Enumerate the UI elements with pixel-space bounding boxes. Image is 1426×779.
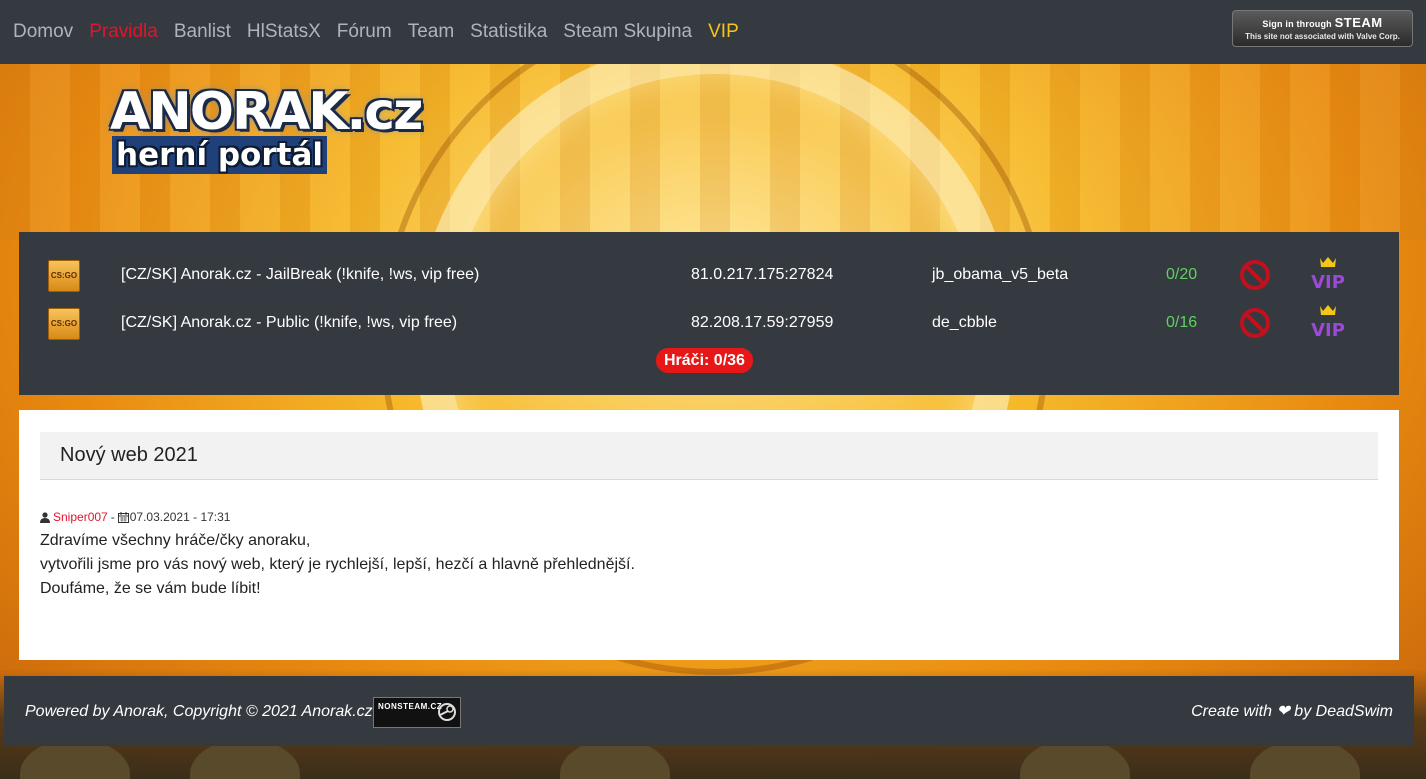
server-ip[interactable]: 82.208.17.59:27959 xyxy=(691,314,833,332)
server-row[interactable]: CS:GO [CZ/SK] Anorak.cz - Public (!knife… xyxy=(19,305,1399,342)
news-paragraph: Doufáme, že se vám bude líbit! xyxy=(40,580,261,597)
steam-logo-text: STEAM xyxy=(1334,15,1383,30)
news-author-link[interactable]: Sniper007 xyxy=(53,510,108,524)
logo-subtitle: herní portál xyxy=(112,136,328,174)
footer-copyright: Powered by Anorak, Copyright © 2021 Anor… xyxy=(25,703,378,720)
server-ip[interactable]: 81.0.217.175:27824 xyxy=(691,266,833,284)
news-header: Nový web 2021 xyxy=(40,432,1378,480)
nav-team[interactable]: Team xyxy=(408,21,454,43)
server-map: de_cbble xyxy=(932,314,997,331)
csgo-icon: CS:GO xyxy=(48,308,80,340)
vip-icon[interactable]: VIP xyxy=(1308,254,1348,294)
steam-logo-icon xyxy=(438,703,456,721)
steam-login-title: Sign in through STEAM xyxy=(1262,15,1383,30)
news-body: Zdravíme všechny hráče/čky anoraku, vytv… xyxy=(40,529,635,601)
top-navbar: Domov Pravidla Banlist HlStatsX Fórum Te… xyxy=(0,0,1426,64)
server-name[interactable]: [CZ/SK] Anorak.cz - Public (!knife, !ws,… xyxy=(121,314,457,332)
nav-vip[interactable]: VIP xyxy=(708,21,739,43)
news-title: Nový web 2021 xyxy=(60,444,198,466)
server-map: jb_obama_v5_beta xyxy=(932,266,1069,283)
server-list: CS:GO [CZ/SK] Anorak.cz - JailBreak (!kn… xyxy=(19,232,1399,395)
server-players: 0/16 xyxy=(1166,314,1198,331)
nav-pravidla[interactable]: Pravidla xyxy=(89,21,158,43)
nav-steam-skupina[interactable]: Steam Skupina xyxy=(563,21,692,43)
news-meta: Sniper007 - 07.03.2021 - 17:31 xyxy=(40,510,230,524)
nonsteam-badge[interactable]: NONSTEAM.CZ xyxy=(373,697,461,728)
banlist-icon[interactable] xyxy=(1239,259,1271,291)
nav-statistika[interactable]: Statistika xyxy=(470,21,547,43)
news-paragraph: vytvořili jsme pro vás nový web, který j… xyxy=(40,556,635,573)
nav-forum[interactable]: Fórum xyxy=(337,21,392,43)
nonsteam-label: NONSTEAM.CZ xyxy=(378,702,443,711)
user-icon xyxy=(40,511,50,523)
total-players-badge: Hráči: 0/36 xyxy=(656,348,753,373)
server-players: 0/20 xyxy=(1166,266,1198,283)
nav-domov[interactable]: Domov xyxy=(13,21,73,43)
banlist-icon[interactable] xyxy=(1239,307,1271,339)
site-logo[interactable]: ANORAK.cz herní portál xyxy=(110,82,423,174)
steam-login-button[interactable]: Sign in through STEAM This site not asso… xyxy=(1232,10,1413,47)
page-footer: Powered by Anorak, Copyright © 2021 Anor… xyxy=(4,676,1414,746)
steam-disclaimer: This site not associated with Valve Corp… xyxy=(1245,32,1400,41)
footer-credits: Create with ❤ by DeadSwim xyxy=(1191,703,1393,720)
meta-separator: - xyxy=(110,510,115,524)
vip-icon[interactable]: VIP xyxy=(1308,302,1348,342)
logo-title: ANORAK.cz xyxy=(110,82,423,142)
nav-hlstatsx[interactable]: HlStatsX xyxy=(247,21,321,43)
svg-text:VIP: VIP xyxy=(1311,320,1345,341)
news-paragraph: Zdravíme všechny hráče/čky anoraku, xyxy=(40,532,311,549)
server-name[interactable]: [CZ/SK] Anorak.cz - JailBreak (!knife, !… xyxy=(121,266,479,284)
calendar-icon xyxy=(117,511,129,523)
news-date: 07.03.2021 - 17:31 xyxy=(129,510,231,524)
nav-banlist[interactable]: Banlist xyxy=(174,21,231,43)
news-post: Nový web 2021 Sniper007 - 07.03.2021 - 1… xyxy=(19,410,1399,660)
server-row[interactable]: CS:GO [CZ/SK] Anorak.cz - JailBreak (!kn… xyxy=(19,257,1399,294)
svg-text:VIP: VIP xyxy=(1311,272,1345,293)
csgo-icon: CS:GO xyxy=(48,260,80,292)
